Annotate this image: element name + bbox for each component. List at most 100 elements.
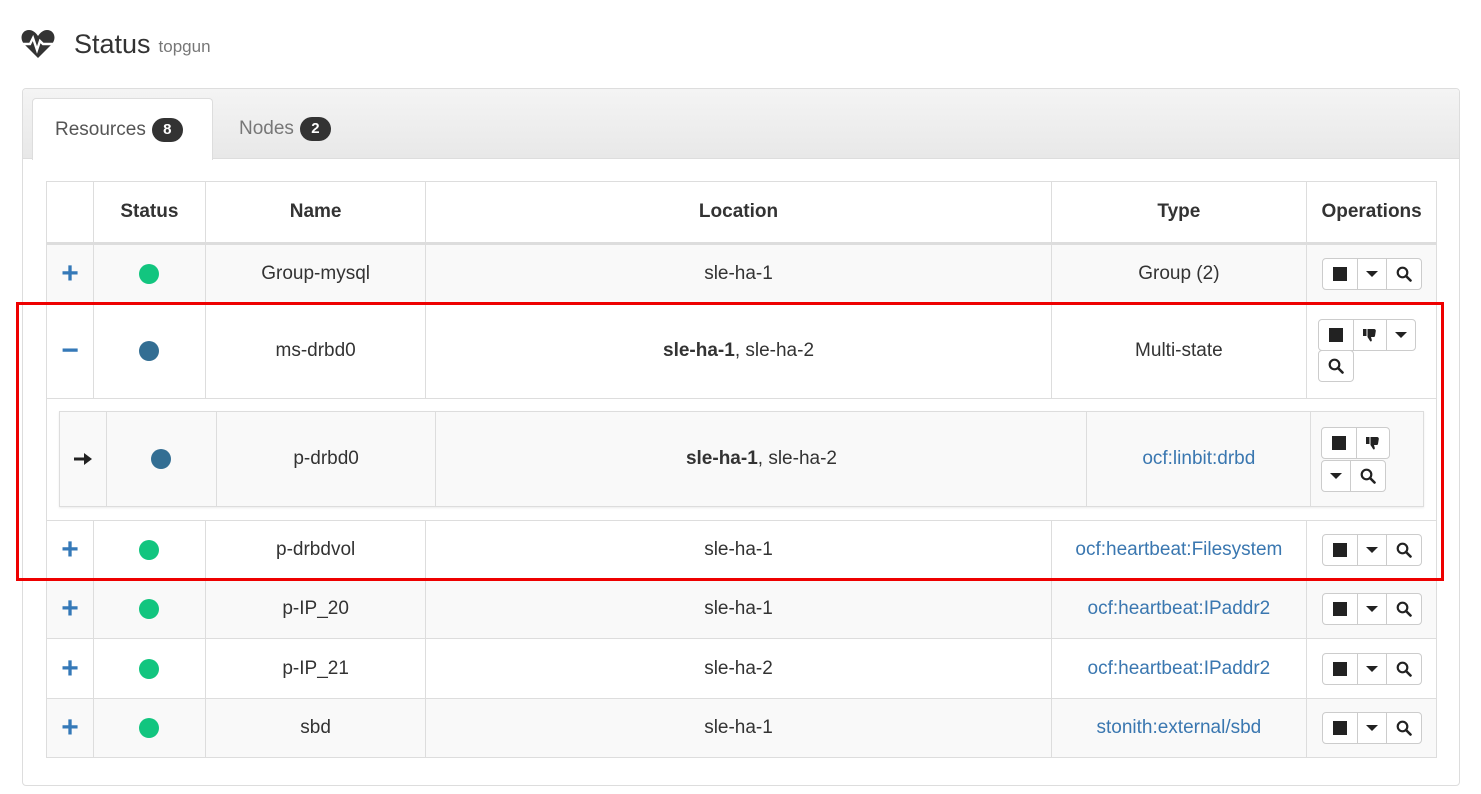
resource-name: p-drbdvol: [204, 521, 426, 578]
col-location: Location: [425, 182, 1050, 242]
caret-down-icon: [1365, 546, 1378, 553]
resource-type-link[interactable]: ocf:heartbeat:IPaddr2: [1050, 639, 1307, 698]
minus-icon: −: [61, 333, 79, 367]
details-button[interactable]: [1385, 257, 1422, 290]
details-button[interactable]: [1385, 533, 1422, 566]
resource-name: p-IP_21: [204, 639, 426, 698]
demote-button[interactable]: [1353, 319, 1388, 351]
status-master-icon: [139, 340, 160, 361]
page-header: Status topgun: [20, 26, 211, 62]
caret-down-icon: [1330, 472, 1343, 479]
tab-nodes-label: Nodes: [239, 118, 294, 139]
arrow-right-icon: [73, 453, 92, 465]
stop-button[interactable]: [1321, 426, 1358, 459]
resource-name: p-IP_20: [204, 579, 426, 638]
expand-button[interactable]: +: [47, 579, 93, 638]
caret-down-icon: [1365, 725, 1378, 731]
more-dropdown-button[interactable]: [1356, 712, 1387, 744]
resource-location: sle-ha-1: [425, 699, 1050, 757]
child-indicator: →: [60, 412, 106, 506]
stop-icon: [1332, 721, 1347, 735]
resources-table: Status Name Location Type Operations + G…: [46, 181, 1437, 758]
stop-icon: [1332, 266, 1347, 281]
status-running-icon: [139, 263, 160, 284]
tab-resources[interactable]: Resources 8: [32, 98, 213, 160]
resource-name: Group-mysql: [204, 245, 426, 302]
nodes-count-badge: 2: [299, 117, 331, 141]
more-dropdown-button[interactable]: [1356, 652, 1387, 685]
col-type: Type: [1050, 182, 1307, 242]
resource-type: Group (2): [1050, 245, 1307, 302]
plus-icon: +: [61, 532, 79, 566]
page-subtitle: topgun: [158, 37, 211, 56]
resource-type-link[interactable]: ocf:linbit:drbd: [1086, 412, 1310, 506]
tab-resources-label: Resources: [55, 118, 146, 140]
resource-location: sle-ha-2: [425, 639, 1050, 698]
caret-down-icon: [1365, 270, 1378, 277]
details-button[interactable]: [1385, 712, 1422, 744]
caret-down-icon: [1365, 665, 1378, 672]
page-title: Status: [74, 28, 151, 59]
caret-down-icon: [1395, 332, 1408, 338]
resource-type-link[interactable]: ocf:heartbeat:Filesystem: [1050, 521, 1307, 578]
stop-icon: [1332, 661, 1347, 676]
resource-type-link[interactable]: stonith:external/sbd: [1050, 699, 1307, 757]
stop-icon: [1329, 328, 1344, 342]
more-dropdown-button[interactable]: [1356, 533, 1387, 566]
more-dropdown-button[interactable]: [1386, 319, 1417, 351]
stop-icon: [1332, 435, 1347, 450]
search-icon: [1360, 468, 1376, 484]
stop-button[interactable]: [1321, 652, 1358, 685]
plus-icon: +: [61, 651, 79, 685]
stop-button[interactable]: [1321, 712, 1358, 744]
expand-button[interactable]: +: [47, 521, 93, 578]
collapse-button[interactable]: −: [47, 303, 93, 398]
more-dropdown-button[interactable]: [1356, 592, 1387, 625]
search-icon: [1396, 601, 1412, 617]
table-row: − ms-drbd0 sle-ha-1, sle-ha-2 Multi-stat…: [47, 302, 1436, 398]
status-running-icon: [139, 658, 160, 679]
search-icon: [1328, 358, 1344, 374]
details-button[interactable]: [1350, 459, 1387, 492]
resource-name: sbd: [204, 699, 426, 757]
table-row: + p-IP_21 sle-ha-2 ocf:heartbeat:IPaddr2: [47, 638, 1436, 698]
operations: [1306, 639, 1436, 698]
col-operations: Operations: [1306, 182, 1436, 242]
resource-name: ms-drbd0: [204, 303, 426, 398]
col-expand: [47, 182, 93, 242]
expand-button[interactable]: +: [47, 699, 93, 757]
operations: [1306, 303, 1436, 398]
plus-icon: +: [61, 711, 79, 744]
heartbeat-icon: [21, 30, 55, 58]
table-row: + sbd sle-ha-1 stonith:external/sbd: [47, 698, 1436, 757]
resource-location: sle-ha-1: [425, 579, 1050, 638]
details-button[interactable]: [1385, 592, 1422, 625]
expand-button[interactable]: +: [47, 639, 93, 698]
resource-type: Multi-state: [1050, 303, 1307, 398]
stop-icon: [1332, 601, 1347, 616]
thumbs-down-icon: [1363, 329, 1377, 342]
resource-location: sle-ha-1: [425, 245, 1050, 302]
stop-button[interactable]: [1318, 319, 1355, 351]
details-button[interactable]: [1385, 652, 1422, 685]
col-status: Status: [92, 182, 205, 242]
stop-button[interactable]: [1321, 533, 1358, 566]
resource-location: sle-ha-1: [425, 521, 1050, 578]
more-dropdown-button[interactable]: [1321, 459, 1352, 492]
demote-button[interactable]: [1356, 426, 1391, 459]
col-name: Name: [204, 182, 426, 242]
search-icon: [1396, 542, 1412, 558]
resource-type-link[interactable]: ocf:heartbeat:IPaddr2: [1050, 579, 1307, 638]
expand-button[interactable]: +: [47, 245, 93, 302]
more-dropdown-button[interactable]: [1356, 257, 1387, 290]
caret-down-icon: [1365, 605, 1378, 612]
stop-button[interactable]: [1321, 257, 1358, 290]
tab-bar: Resources 8 Nodes 2: [23, 89, 1459, 160]
operations: [1306, 521, 1436, 578]
resource-name: p-drbd0: [215, 412, 436, 506]
tab-nodes[interactable]: Nodes 2: [217, 98, 347, 160]
plus-icon: +: [61, 256, 79, 290]
thumbs-down-icon: [1366, 436, 1379, 450]
details-button[interactable]: [1318, 350, 1355, 382]
stop-button[interactable]: [1321, 592, 1358, 625]
